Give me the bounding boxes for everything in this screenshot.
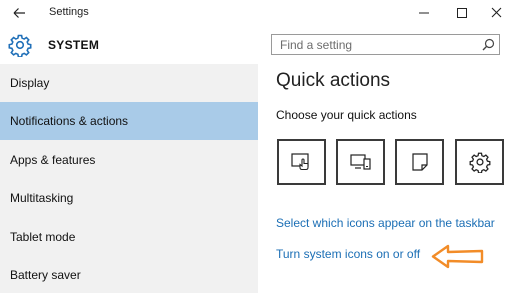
- section-title: Quick actions: [276, 70, 391, 91]
- search-placeholder: Find a setting: [280, 38, 353, 52]
- system-gear-icon: [8, 33, 32, 58]
- sidebar-item-notifications-actions[interactable]: Notifications & actions: [0, 102, 258, 140]
- sidebar-item-battery-saver[interactable]: Battery saver: [0, 256, 258, 294]
- quick-action-note[interactable]: [395, 139, 444, 185]
- maximize-button[interactable]: [449, 2, 475, 24]
- settings-gear-icon: [469, 152, 490, 173]
- sidebar-item-multitasking[interactable]: Multitasking: [0, 179, 258, 217]
- search-icon[interactable]: [482, 38, 495, 51]
- system-icons-link[interactable]: Turn system icons on or off: [276, 247, 420, 261]
- sidebar-item-apps-features[interactable]: Apps & features: [0, 141, 258, 179]
- note-icon: [411, 153, 428, 171]
- quick-action-connect[interactable]: [336, 139, 385, 185]
- page-title: SYSTEM: [48, 38, 100, 52]
- orange-arrow-icon: [431, 244, 484, 269]
- taskbar-icons-link[interactable]: Select which icons appear on the taskbar: [276, 216, 495, 230]
- close-icon: [491, 7, 502, 18]
- section-subtitle: Choose your quick actions: [276, 108, 417, 122]
- sidebar-item-display[interactable]: Display: [0, 64, 258, 102]
- maximize-icon: [457, 8, 467, 18]
- sidebar: Display Notifications & actions Apps & f…: [0, 64, 258, 293]
- quick-action-tablet-mode[interactable]: [277, 139, 326, 185]
- title-bar: Settings: [0, 0, 512, 28]
- close-button[interactable]: [484, 2, 510, 24]
- back-button[interactable]: [8, 3, 30, 23]
- back-arrow-icon: [13, 8, 25, 18]
- minimize-icon: [419, 12, 429, 14]
- window-title: Settings: [49, 6, 89, 18]
- search-input[interactable]: Find a setting: [271, 34, 500, 55]
- sidebar-item-tablet-mode[interactable]: Tablet mode: [0, 218, 258, 256]
- tablet-mode-icon: [290, 153, 309, 171]
- connect-display-icon: [349, 154, 371, 170]
- minimize-button[interactable]: [411, 2, 437, 24]
- quick-action-settings[interactable]: [455, 139, 504, 185]
